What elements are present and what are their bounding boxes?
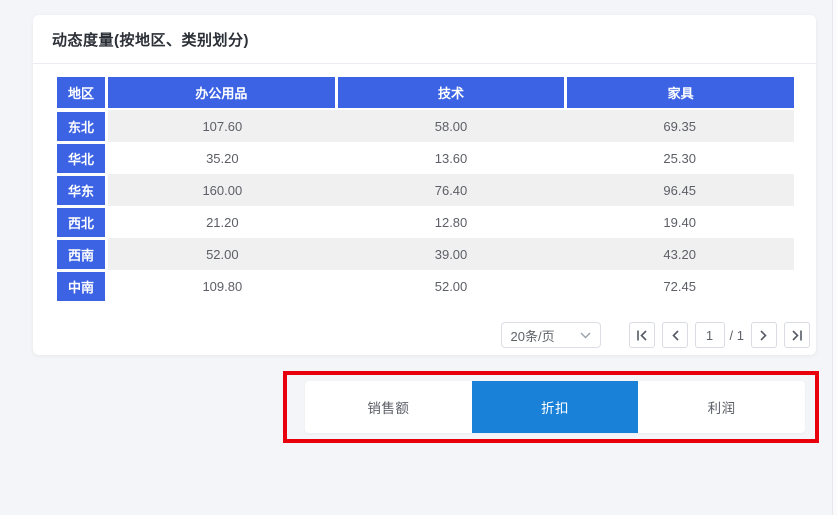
table-cell: 35.20 [108, 142, 337, 174]
card-header: 动态度量(按地区、类别划分) [33, 15, 816, 64]
first-page-icon [636, 330, 648, 341]
page-title: 动态度量(按地区、类别划分) [52, 29, 249, 50]
table-row: 华北 35.20 13.60 25.30 [57, 142, 794, 174]
table-cell: 25.30 [565, 142, 794, 174]
page-total-label: / 1 [730, 328, 744, 343]
tab-discount[interactable]: 折扣 [472, 381, 639, 433]
measure-table-card: 动态度量(按地区、类别划分) 地区 办公用品 技术 家具 东北 107.60 5… [33, 15, 816, 355]
table-cell: 52.00 [108, 238, 337, 270]
table-cell: 19.40 [565, 206, 794, 238]
table-cell: 12.80 [337, 206, 566, 238]
region-label: 中南 [57, 272, 105, 301]
region-label: 华东 [57, 176, 105, 205]
table-row: 中南 109.80 52.00 72.45 [57, 270, 794, 302]
next-page-button[interactable] [751, 322, 777, 348]
table-cell: 96.45 [565, 174, 794, 206]
page-number-input[interactable] [695, 322, 725, 348]
chevron-down-icon [580, 332, 591, 339]
chevron-left-icon [671, 330, 679, 341]
table-cell: 69.35 [565, 110, 794, 142]
table-cell: 21.20 [108, 206, 337, 238]
table-row: 东北 107.60 58.00 69.35 [57, 110, 794, 142]
table-cell: 107.60 [108, 110, 337, 142]
table-row: 西南 52.00 39.00 43.20 [57, 238, 794, 270]
column-header-office-supplies: 办公用品 [108, 77, 335, 108]
scrollbar-track[interactable] [832, 0, 837, 515]
table-cell: 43.20 [565, 238, 794, 270]
region-label: 西北 [57, 208, 105, 237]
first-page-button[interactable] [629, 322, 655, 348]
table-cell: 76.40 [337, 174, 566, 206]
table-cell: 52.00 [337, 270, 566, 302]
page-size-select[interactable]: 20条/页 [501, 322, 601, 348]
region-label: 东北 [57, 112, 105, 141]
measure-table: 地区 办公用品 技术 家具 东北 107.60 58.00 69.35 华北 3… [57, 77, 794, 302]
tab-sales[interactable]: 销售额 [305, 381, 472, 433]
table-row: 西北 21.20 12.80 19.40 [57, 206, 794, 238]
table-cell: 13.60 [337, 142, 566, 174]
pagination: 20条/页 / 1 [501, 322, 810, 348]
column-header-technology: 技术 [338, 77, 565, 108]
last-page-button[interactable] [784, 322, 810, 348]
prev-page-button[interactable] [662, 322, 688, 348]
table-cell: 39.00 [337, 238, 566, 270]
page-size-value: 20条/页 [511, 326, 555, 345]
last-page-icon [791, 330, 803, 341]
region-column-header: 地区 [57, 77, 105, 108]
measure-tab-bar: 销售额 折扣 利润 [305, 381, 805, 433]
table-cell: 109.80 [108, 270, 337, 302]
table-cell: 160.00 [108, 174, 337, 206]
region-label: 华北 [57, 144, 105, 173]
region-label: 西南 [57, 240, 105, 269]
tab-profit[interactable]: 利润 [638, 381, 805, 433]
table-header-row: 地区 办公用品 技术 家具 [57, 77, 794, 108]
table-row: 华东 160.00 76.40 96.45 [57, 174, 794, 206]
chevron-right-icon [760, 330, 768, 341]
table-cell: 58.00 [337, 110, 566, 142]
table-cell: 72.45 [565, 270, 794, 302]
column-header-furniture: 家具 [567, 77, 794, 108]
